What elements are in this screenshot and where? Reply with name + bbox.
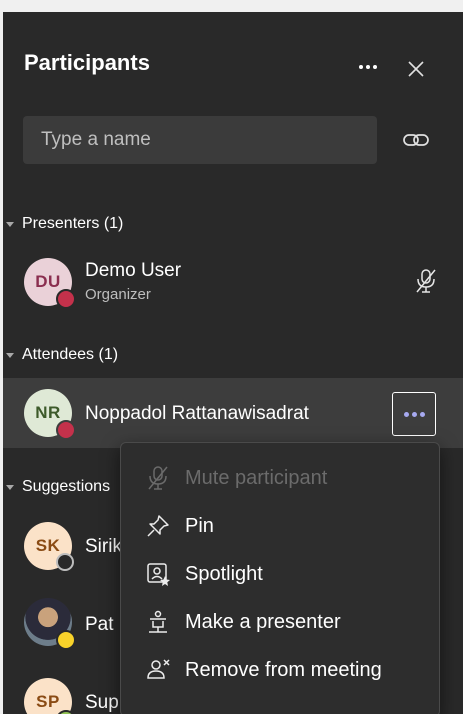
busy-status-icon xyxy=(56,420,76,440)
pin-icon xyxy=(143,511,173,541)
section-label: Attendees (1) xyxy=(22,346,119,363)
menu-item-label: Make a presenter xyxy=(185,610,341,633)
participant-name: Noppadol Rattanawisadrat xyxy=(85,403,309,424)
menu-item-label: Remove from meeting xyxy=(185,658,382,681)
section-attendees[interactable]: Attendees (1) xyxy=(3,342,118,368)
share-invite-button[interactable] xyxy=(401,127,431,153)
menu-item-pin[interactable]: Pin xyxy=(121,503,439,549)
link-icon xyxy=(403,134,429,146)
more-icon xyxy=(403,411,409,417)
offline-status-icon xyxy=(56,553,74,571)
participant-more-options-button[interactable] xyxy=(392,392,436,436)
avatar: SP xyxy=(24,678,72,714)
close-icon xyxy=(408,61,424,77)
menu-item-label: Spotlight xyxy=(185,562,263,585)
mic-off-icon[interactable] xyxy=(413,267,439,295)
busy-status-icon xyxy=(56,289,76,309)
search-input[interactable] xyxy=(23,116,377,164)
menu-item-spotlight[interactable]: Spotlight xyxy=(121,551,439,597)
menu-item-make-presenter[interactable]: Make a presenter xyxy=(121,599,439,645)
participant-name: Sirik xyxy=(85,536,122,557)
presenter-icon xyxy=(143,607,173,637)
more-icon xyxy=(359,65,363,69)
close-button[interactable] xyxy=(403,56,429,82)
section-presenters[interactable]: Presenters (1) xyxy=(3,211,123,237)
participant-row[interactable]: DU Demo User Organizer xyxy=(3,250,463,312)
menu-item-label: Mute participant xyxy=(185,466,328,489)
chevron-down-icon xyxy=(6,221,14,227)
away-status-icon xyxy=(56,630,76,650)
menu-item-mute-participant[interactable]: Mute participant xyxy=(121,455,439,501)
participant-role: Organizer xyxy=(85,286,151,303)
panel-title: Participants xyxy=(24,50,150,75)
participants-panel: Participants Presenters (1) DU Demo User… xyxy=(3,12,463,714)
more-options-button[interactable] xyxy=(353,56,383,78)
menu-item-remove-from-meeting[interactable]: Remove from meeting xyxy=(121,647,439,693)
mic-off-icon xyxy=(143,463,173,493)
section-label: Presenters (1) xyxy=(22,215,124,232)
section-label: Suggestions xyxy=(22,478,111,495)
remove-person-icon xyxy=(143,655,173,685)
participant-name: Pat xyxy=(85,614,114,635)
participant-name: Sup xyxy=(85,692,119,713)
spotlight-icon xyxy=(143,559,173,589)
section-suggestions[interactable]: Suggestions xyxy=(3,474,110,500)
participant-context-menu: Mute participant Pin Spotlight Make a pr… xyxy=(120,442,440,714)
chevron-down-icon xyxy=(6,484,14,490)
participant-name: Demo User xyxy=(85,260,182,281)
menu-item-label: Pin xyxy=(185,514,214,537)
chevron-down-icon xyxy=(6,352,14,358)
